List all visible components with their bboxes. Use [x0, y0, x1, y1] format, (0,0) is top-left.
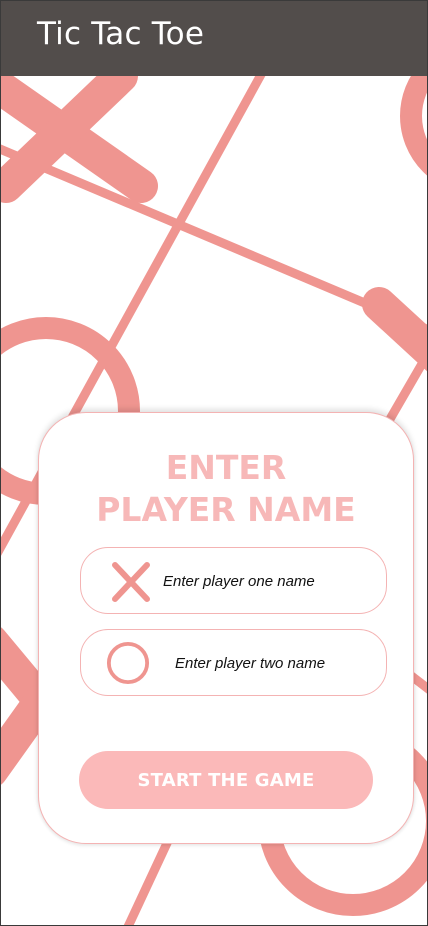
x-mark-stroke: [1, 684, 58, 785]
player-one-field[interactable]: [80, 547, 387, 614]
card-heading: ENTER PLAYER NAME: [39, 447, 413, 531]
card-heading-line1: ENTER: [165, 448, 287, 487]
start-game-button[interactable]: START THE GAME: [79, 751, 373, 809]
app-bar: Tic Tac Toe: [1, 1, 427, 76]
player-two-field[interactable]: [80, 629, 387, 696]
app-screen: Tic Tac Toe ENTER PLAYER NAME START THE …: [0, 0, 428, 926]
player-name-card: ENTER PLAYER NAME START THE GAME: [38, 412, 414, 844]
player-two-name-input[interactable]: [175, 649, 375, 677]
x-mark-stroke: [362, 287, 427, 372]
o-mark-icon: [106, 641, 150, 685]
player-one-name-input[interactable]: [163, 567, 373, 595]
card-heading-line2: PLAYER NAME: [96, 490, 356, 529]
app-title: Tic Tac Toe: [37, 16, 205, 52]
x-mark-icon: [112, 562, 150, 602]
